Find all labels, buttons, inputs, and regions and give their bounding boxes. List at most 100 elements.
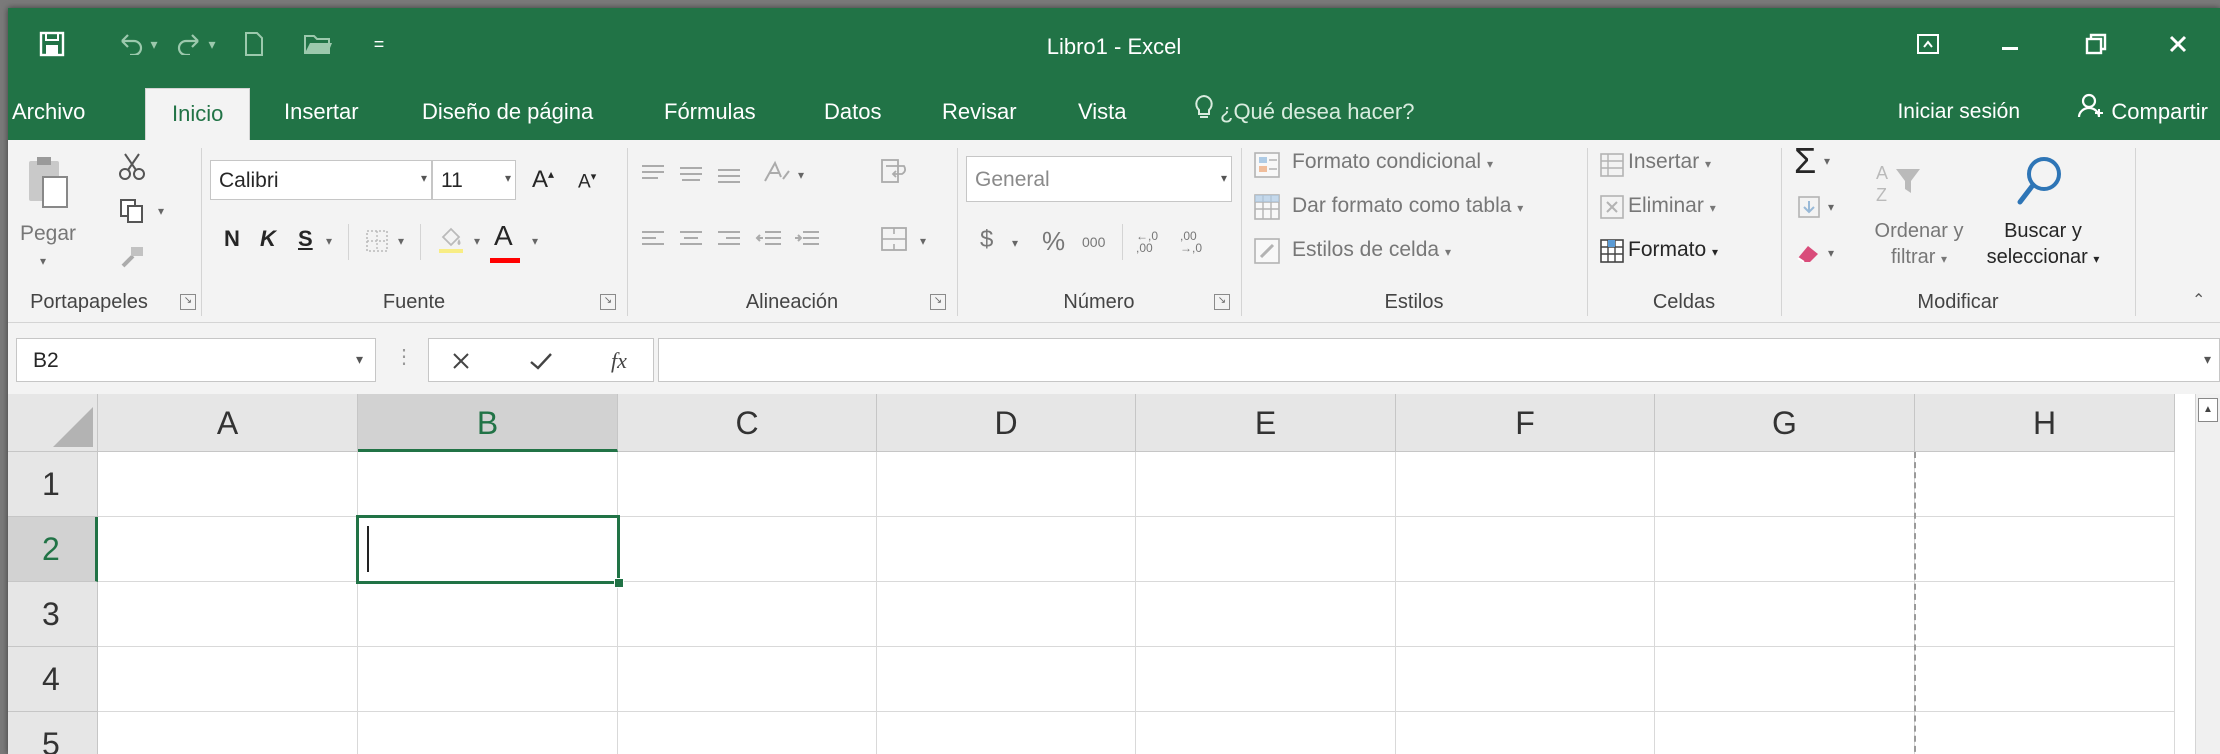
align-left-icon[interactable] [636, 224, 670, 254]
share-button[interactable]: Compartir [2077, 84, 2208, 140]
cell-h2[interactable] [1915, 517, 2175, 582]
paste-label[interactable]: Pegar [20, 222, 76, 246]
conditional-format-button[interactable]: Formato condicional ▾ [1292, 150, 1493, 174]
font-color-button[interactable]: A [490, 220, 520, 263]
bold-button[interactable]: N [224, 226, 240, 252]
format-as-table-icon[interactable] [1250, 190, 1284, 224]
format-cells-button[interactable]: Formato ▾ [1628, 238, 1718, 262]
currency-dropdown-icon[interactable]: ▾ [1012, 236, 1018, 250]
insert-cells-icon[interactable] [1596, 148, 1628, 182]
select-all-corner[interactable] [8, 394, 98, 452]
cell-f4[interactable] [1396, 647, 1655, 712]
fill-color-dropdown-icon[interactable]: ▾ [474, 234, 480, 248]
italic-button[interactable]: K [260, 226, 276, 252]
tell-me-box[interactable]: ¿Qué desea hacer? [1194, 84, 1414, 140]
conditional-format-icon[interactable] [1250, 148, 1284, 182]
fill-dropdown-icon[interactable]: ▾ [1828, 200, 1834, 214]
align-middle-icon[interactable] [674, 158, 708, 188]
tab-revisar[interactable]: Revisar [942, 84, 1017, 140]
tab-diseno-de-pagina[interactable]: Diseño de página [422, 84, 593, 140]
align-bottom-icon[interactable] [712, 158, 746, 188]
cell-a5[interactable] [98, 712, 358, 754]
merge-dropdown-icon[interactable]: ▾ [920, 234, 926, 248]
cell-styles-icon[interactable] [1250, 234, 1284, 268]
name-box-dropdown-icon[interactable]: ▾ [356, 351, 363, 368]
cell-styles-button[interactable]: Estilos de celda ▾ [1292, 238, 1451, 262]
delete-cells-button[interactable]: Eliminar ▾ [1628, 194, 1716, 218]
expand-formula-bar-icon[interactable]: ▾ [2204, 351, 2211, 368]
column-header-b[interactable]: B [358, 394, 618, 452]
currency-button[interactable]: $ [980, 226, 993, 254]
cell-f1[interactable] [1396, 452, 1655, 517]
thousands-button[interactable]: 000 [1082, 234, 1105, 250]
tab-inicio[interactable]: Inicio [145, 88, 251, 141]
cell-d1[interactable] [877, 452, 1136, 517]
cell-a4[interactable] [98, 647, 358, 712]
cut-icon[interactable] [114, 150, 150, 184]
cell-g1[interactable] [1655, 452, 1915, 517]
font-launcher-icon[interactable]: ↘ [600, 294, 616, 310]
tab-archivo[interactable]: Archivo [12, 84, 85, 140]
percent-button[interactable]: % [1042, 226, 1065, 257]
cell-a1[interactable] [98, 452, 358, 517]
row-header-4[interactable]: 4 [8, 647, 98, 712]
restore-icon[interactable] [2066, 22, 2126, 66]
cell-g5[interactable] [1655, 712, 1915, 754]
cell-f2[interactable] [1396, 517, 1655, 582]
cell-b1[interactable] [358, 452, 618, 517]
delete-cells-icon[interactable] [1596, 190, 1628, 224]
scroll-up-icon[interactable]: ▲ [2198, 398, 2218, 422]
font-name-select[interactable]: Calibri ▾ [210, 160, 432, 200]
tab-vista[interactable]: Vista [1078, 84, 1127, 140]
number-launcher-icon[interactable]: ↘ [1214, 294, 1230, 310]
paste-icon[interactable] [22, 152, 72, 212]
tab-formulas[interactable]: Fórmulas [664, 84, 756, 140]
align-center-icon[interactable] [674, 224, 708, 254]
alignment-launcher-icon[interactable]: ↘ [930, 294, 946, 310]
format-cells-icon[interactable] [1596, 234, 1628, 268]
cell-e1[interactable] [1136, 452, 1396, 517]
column-header-e[interactable]: E [1136, 394, 1396, 452]
collapse-ribbon-icon[interactable]: ⌃ [2192, 290, 2205, 310]
cell-d4[interactable] [877, 647, 1136, 712]
font-color-dropdown-icon[interactable]: ▾ [532, 234, 538, 248]
copy-dropdown-icon[interactable]: ▾ [158, 204, 164, 218]
cell-b4[interactable] [358, 647, 618, 712]
cell-h4[interactable] [1915, 647, 2175, 712]
vertical-scrollbar[interactable]: ▲ [2195, 394, 2220, 754]
cell-g2[interactable] [1655, 517, 1915, 582]
increase-decimal-button[interactable]: ←,0 ,00 [1136, 230, 1166, 254]
column-header-g[interactable]: G [1655, 394, 1915, 452]
underline-dropdown-icon[interactable]: ▾ [326, 234, 332, 248]
fill-handle[interactable] [614, 578, 624, 588]
cell-c1[interactable] [618, 452, 877, 517]
decrease-decimal-button[interactable]: ,00 →,0 [1180, 230, 1210, 254]
cell-e2[interactable] [1136, 517, 1396, 582]
fill-icon[interactable] [1794, 192, 1824, 222]
find-select-button[interactable]: seleccionar ▾ [1978, 246, 2108, 269]
format-painter-icon[interactable] [114, 240, 150, 274]
close-icon[interactable] [2148, 22, 2208, 66]
cell-b5[interactable] [358, 712, 618, 754]
cell-e3[interactable] [1136, 582, 1396, 647]
cell-f3[interactable] [1396, 582, 1655, 647]
increase-indent-icon[interactable] [790, 224, 824, 254]
column-header-h[interactable]: H [1915, 394, 2175, 452]
ribbon-display-options-icon[interactable] [1898, 22, 1958, 66]
cell-d5[interactable] [877, 712, 1136, 754]
cell-f5[interactable] [1396, 712, 1655, 754]
align-right-icon[interactable] [712, 224, 746, 254]
number-format-select[interactable]: General ▾ [966, 156, 1232, 202]
cell-d3[interactable] [877, 582, 1136, 647]
name-box[interactable]: B2 ▾ [16, 338, 376, 382]
grow-font-button[interactable]: A▴ [532, 166, 554, 194]
cell-c3[interactable] [618, 582, 877, 647]
format-as-table-button[interactable]: Dar formato como tabla ▾ [1292, 194, 1523, 218]
cell-e5[interactable] [1136, 712, 1396, 754]
formula-input[interactable]: ▾ [658, 338, 2220, 382]
sign-in-link[interactable]: Iniciar sesión [1897, 84, 2020, 140]
cell-g3[interactable] [1655, 582, 1915, 647]
sort-filter-button[interactable]: filtrar ▾ [1864, 246, 1974, 269]
align-top-icon[interactable] [636, 158, 670, 188]
orientation-icon[interactable] [756, 154, 796, 188]
